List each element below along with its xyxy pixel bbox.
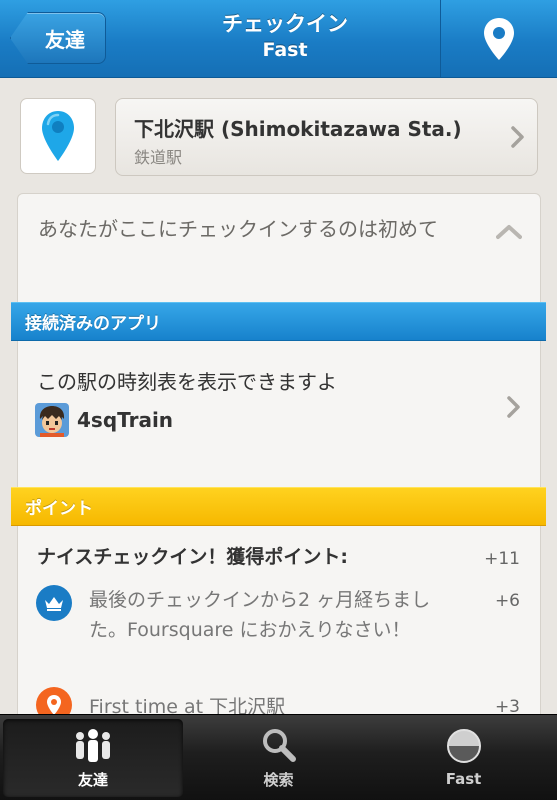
profile-avatar-icon (446, 729, 481, 763)
tab-search-label: 検索 (263, 770, 294, 789)
points-total: +11 (484, 549, 520, 569)
tab-profile[interactable]: Fast (371, 715, 556, 800)
connected-app-row[interactable]: 4sqTrain (35, 403, 173, 437)
venue-header[interactable]: 下北沢駅 (Shimokitazawa Sta.) 鉄道駅 (115, 98, 538, 176)
location-pin-icon (484, 17, 514, 60)
points-value-return: +6 (494, 591, 520, 611)
points-title: ナイスチェックイン！獲得ポイント: (37, 546, 349, 568)
chevron-right-icon (511, 126, 524, 148)
app-avatar-icon (35, 403, 69, 437)
location-pin-icon (42, 111, 74, 161)
first-checkin-message: あなたがここにチェックインするのは初めて (38, 217, 438, 241)
tab-friends[interactable]: 友達 (3, 719, 183, 797)
chevron-right-icon (507, 396, 520, 418)
venue-category: 鉄道駅 (134, 148, 183, 167)
back-button[interactable]: 友達 (10, 12, 106, 64)
venue-category-icon-box (20, 98, 96, 174)
tab-search[interactable]: 検索 (186, 715, 371, 800)
page-title-subtitle: Fast (262, 39, 308, 61)
crown-icon (36, 585, 72, 621)
app-description[interactable]: この駅の時刻表を表示できますよ (37, 366, 337, 395)
app-avatar (35, 403, 69, 437)
navigation-bar: 友達 チェックイン Fast (0, 0, 557, 78)
checkin-details-card: あなたがここにチェックインするのは初めて (17, 193, 541, 733)
points-header: ポイント (11, 487, 546, 526)
points-reason-return: 最後のチェックインから2 ヶ月経ちました。Foursquare におかえりなさい… (89, 589, 431, 641)
tab-bar: 友達 検索 Fast (0, 714, 557, 800)
app-name: 4sqTrain (77, 408, 174, 432)
page-title-main: チェックイン (222, 12, 348, 36)
chevron-up-icon[interactable] (496, 224, 522, 240)
tab-profile-label: Fast (445, 770, 482, 788)
tab-friends-label: 友達 (77, 770, 108, 789)
search-icon (262, 728, 296, 762)
map-button[interactable] (440, 0, 557, 77)
connected-apps-header: 接続済みのアプリ (11, 302, 546, 341)
venue-name: 下北沢駅 (Shimokitazawa Sta.) (134, 117, 462, 141)
friends-icon (76, 728, 110, 762)
page-title: チェックイン Fast (150, 10, 420, 62)
